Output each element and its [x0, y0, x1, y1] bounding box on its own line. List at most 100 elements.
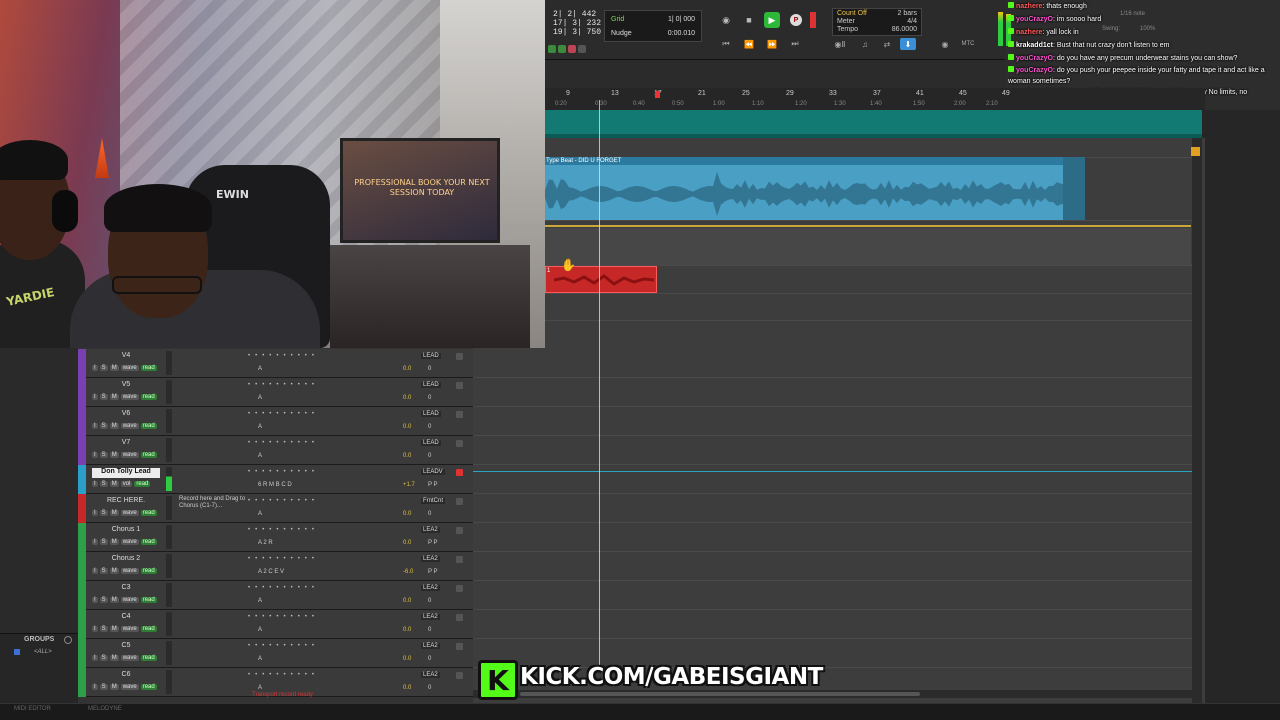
track-input-button[interactable]: I: [92, 684, 98, 690]
midi-merge-button[interactable]: ⬇: [900, 38, 916, 50]
conductor-button[interactable]: ⇄: [877, 38, 897, 50]
track-input-button[interactable]: I: [92, 452, 98, 458]
mtc-button[interactable]: MTC: [958, 38, 978, 50]
insert-slots[interactable]: ••••••••••: [248, 614, 319, 620]
track-input-button[interactable]: I: [92, 510, 98, 516]
track-pan-value[interactable]: 0: [428, 656, 431, 662]
track-name[interactable]: C6: [92, 671, 160, 681]
track-row[interactable]: REC HERE. I S Mwave read Record here and Drag…: [78, 494, 473, 523]
track-automation-select[interactable]: read: [134, 481, 151, 487]
track-menu-icon[interactable]: [456, 498, 463, 505]
track-name[interactable]: C5: [92, 642, 160, 652]
track-pan-value[interactable]: 0: [428, 511, 431, 517]
track-input-button[interactable]: I: [92, 597, 98, 603]
tab-melodyne[interactable]: MELODYNE: [88, 706, 122, 712]
insert-slots[interactable]: ••••••••••: [248, 440, 319, 446]
play-button[interactable]: ▶: [764, 12, 780, 28]
track-pan-value[interactable]: 0: [428, 453, 431, 459]
insert-labels[interactable]: A: [258, 366, 262, 372]
metronome-button[interactable]: ◉Ⅱ: [830, 38, 850, 50]
track-output-select[interactable]: LEA2: [421, 556, 440, 562]
tempo-meter-box[interactable]: Count Off Meter Tempo 2 bars 4/4 86.0000: [832, 8, 922, 36]
track-pan-value[interactable]: 0: [428, 627, 431, 633]
automation-line[interactable]: [545, 225, 1191, 227]
track-view-select[interactable]: wave: [120, 394, 139, 400]
nudge-value[interactable]: 0:00.010: [668, 27, 695, 41]
track-name[interactable]: Don Tolly Lead: [92, 468, 160, 478]
track-mute-button[interactable]: M: [109, 655, 119, 661]
horizontal-scroll-thumb[interactable]: [520, 692, 920, 696]
zoom-toggle-icon[interactable]: [1191, 147, 1200, 156]
track-row[interactable]: Chorus 2 I S Mwave read •••••••••• A 2 C E V LE…: [78, 552, 473, 581]
track-menu-icon[interactable]: [456, 527, 463, 534]
track-pan-value[interactable]: P P: [428, 569, 438, 575]
insert-slots[interactable]: ••••••••••: [248, 585, 319, 591]
track-row[interactable]: V5 I S Mwave read •••••••••• A LEAD 0.0 0: [78, 378, 473, 407]
insert-slots[interactable]: ••••••••••: [248, 469, 319, 475]
forward-button[interactable]: ⏩: [764, 38, 780, 50]
track-row[interactable]: Don Tolly Lead I S Mvol read •••••••••• 6 R M …: [78, 465, 473, 494]
track-view-select[interactable]: wave: [120, 597, 139, 603]
track-row[interactable]: C5 I S Mwave read •••••••••• A LEA2 0.0 0: [78, 639, 473, 668]
insert-slots[interactable]: ••••••••••: [248, 527, 319, 533]
track-solo-button[interactable]: S: [99, 423, 108, 429]
track-input-button[interactable]: I: [92, 394, 98, 400]
marker-icon[interactable]: [655, 91, 660, 98]
track-volume-value[interactable]: 0.0: [403, 627, 411, 633]
track-pan-value[interactable]: 0: [428, 366, 431, 372]
track-solo-button[interactable]: S: [99, 394, 108, 400]
track-menu-icon[interactable]: [456, 440, 463, 447]
count-off-bars[interactable]: 2 bars: [898, 10, 917, 18]
track-solo-button[interactable]: S: [99, 655, 108, 661]
track-mute-button[interactable]: M: [109, 539, 119, 545]
led[interactable]: [548, 45, 556, 53]
insert-labels[interactable]: A: [258, 685, 262, 691]
track-automation-select[interactable]: read: [140, 655, 157, 661]
led[interactable]: [558, 45, 566, 53]
track-volume-value[interactable]: 0.0: [403, 656, 411, 662]
track-volume-value[interactable]: 0.0: [403, 424, 411, 430]
insert-labels[interactable]: A: [258, 627, 262, 633]
insert-labels[interactable]: A: [258, 453, 262, 459]
vertical-scrollbar[interactable]: [1192, 138, 1202, 703]
track-output-select[interactable]: LEADV: [421, 469, 445, 475]
wait-note-button[interactable]: ♫: [855, 38, 875, 50]
track-mute-button[interactable]: M: [109, 394, 119, 400]
led[interactable]: [578, 45, 586, 53]
meter-value[interactable]: 4/4: [907, 18, 917, 26]
insert-labels[interactable]: A 2 C E V: [258, 569, 284, 575]
insert-labels[interactable]: A: [258, 598, 262, 604]
grid-value[interactable]: 1| 0| 000: [668, 13, 695, 27]
track-automation-select[interactable]: read: [140, 684, 157, 690]
track-row[interactable]: V4 I S Mwave read •••••••••• A LEAD 0.0 0: [78, 349, 473, 378]
track-mute-button[interactable]: M: [109, 684, 119, 690]
track-output-select[interactable]: LEAD: [421, 353, 441, 359]
track-menu-icon[interactable]: [456, 556, 463, 563]
online-button[interactable]: ◉: [718, 12, 734, 28]
insert-labels[interactable]: A: [258, 656, 262, 662]
audio-clip-fade[interactable]: [1063, 157, 1085, 220]
track-view-select[interactable]: wave: [120, 655, 139, 661]
track-output-select[interactable]: LEA2: [421, 527, 440, 533]
forward-end-button[interactable]: ⏭: [787, 38, 803, 50]
track-volume-value[interactable]: -6.0: [403, 569, 413, 575]
track-name[interactable]: Chorus 2: [92, 555, 160, 565]
track-name[interactable]: C3: [92, 584, 160, 594]
track-mute-button[interactable]: M: [109, 481, 119, 487]
track-volume-value[interactable]: 0.0: [403, 453, 411, 459]
track-output-select[interactable]: LEAD: [421, 382, 441, 388]
track-mute-button[interactable]: M: [109, 365, 119, 371]
track-output-select[interactable]: LEAD: [421, 440, 441, 446]
grid-nudge-box[interactable]: Grid 1| 0| 000 Nudge 0:00.010: [604, 10, 702, 42]
track-row[interactable]: Chorus 1 I S Mwave read •••••••••• A 2 R LEA2 0.…: [78, 523, 473, 552]
track-output-select[interactable]: LEA2: [421, 585, 440, 591]
track-automation-select[interactable]: read: [140, 452, 157, 458]
track-automation-select[interactable]: read: [140, 423, 157, 429]
track-volume-value[interactable]: 0.0: [403, 511, 411, 517]
led[interactable]: [568, 45, 576, 53]
track-mute-button[interactable]: M: [109, 423, 119, 429]
track-output-select[interactable]: FrntCnt: [421, 498, 446, 504]
track-automation-select[interactable]: read: [140, 568, 157, 574]
rewind-start-button[interactable]: ⏮: [718, 38, 734, 50]
insert-labels[interactable]: A: [258, 511, 262, 517]
